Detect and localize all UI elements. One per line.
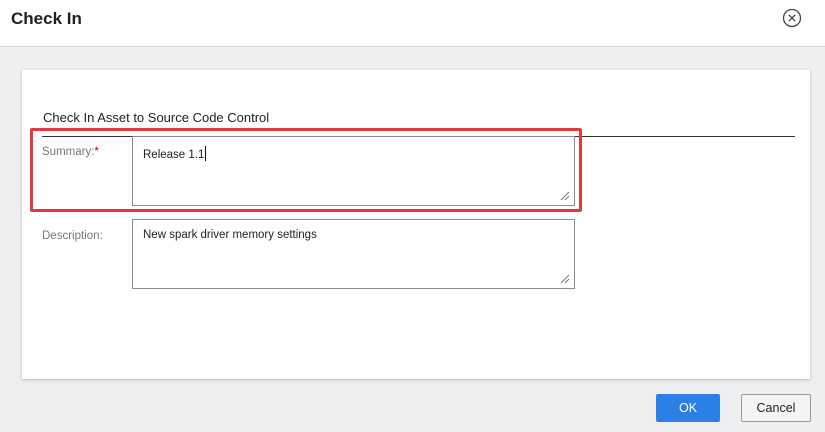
dialog-title: Check In xyxy=(11,9,82,28)
description-textarea-value: New spark driver memory settings xyxy=(143,229,317,241)
ok-button[interactable]: OK xyxy=(656,394,720,422)
resize-grip-icon[interactable] xyxy=(560,274,570,284)
summary-highlight-box xyxy=(30,128,582,212)
close-icon[interactable] xyxy=(782,8,802,28)
description-label: Description: xyxy=(42,230,103,242)
panel-heading: Check In Asset to Source Code Control xyxy=(43,110,270,125)
description-textarea[interactable]: New spark driver memory settings xyxy=(132,219,575,289)
dialog-header: Check In xyxy=(0,0,825,47)
cancel-button[interactable]: Cancel xyxy=(741,394,811,422)
